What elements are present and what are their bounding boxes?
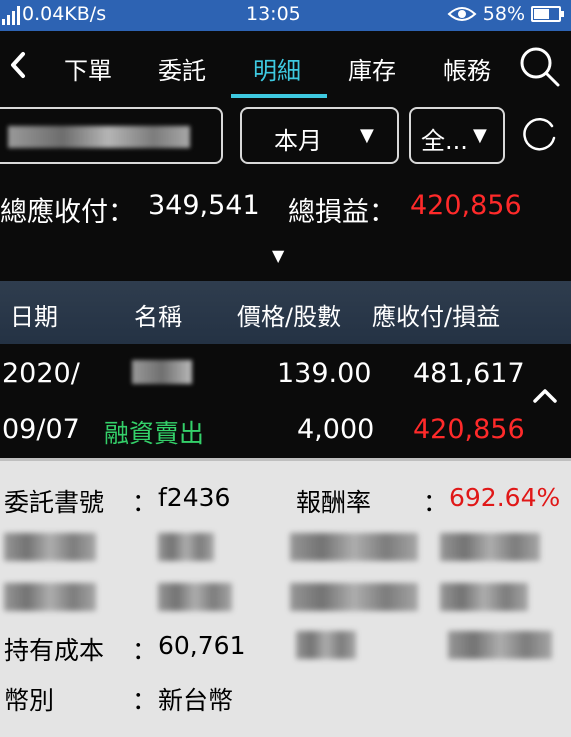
redacted-field xyxy=(290,583,418,611)
stock-name-redacted xyxy=(132,360,192,384)
order-no-sep: ： xyxy=(132,488,158,517)
tab-details[interactable]: 明細 xyxy=(253,51,301,86)
redacted-field xyxy=(4,583,96,611)
expand-toggle-icon[interactable]: ▼ xyxy=(272,246,284,265)
redacted-field xyxy=(290,533,418,561)
refresh-icon[interactable] xyxy=(518,114,560,156)
total-receivable-value: 349,541 xyxy=(148,190,260,221)
account-redacted xyxy=(8,126,190,148)
return-rate-value: 692.64% xyxy=(449,483,561,512)
table-row[interactable]: 2020/ 139.00 481,617 09/07 融資賣出 4,000 42… xyxy=(0,344,571,458)
dropdown-arrow-icon: ▼ xyxy=(473,125,487,146)
detail-panel: 委託書號 ： f2436 報酬率 ： 692.64% 持有成本 ： 60,761… xyxy=(0,458,571,737)
signal-icon xyxy=(2,5,20,25)
row-date-year: 2020/ xyxy=(2,358,80,389)
total-receivable-label: 總應收付： xyxy=(0,197,135,228)
back-arrow-icon[interactable] xyxy=(6,50,30,80)
clock: 13:05 xyxy=(246,3,301,25)
currency-value: 新台幣 xyxy=(158,686,234,715)
redacted-field xyxy=(4,533,96,561)
holding-cost-sep: ： xyxy=(132,636,158,665)
collapse-chevron-icon[interactable] xyxy=(532,386,558,404)
order-no-label: 委託書號 xyxy=(4,488,105,517)
total-pnl-value: 420,856 xyxy=(410,190,522,221)
tab-inventory[interactable]: 庫存 xyxy=(348,51,396,86)
col-name: 名稱 xyxy=(134,303,182,331)
category-value: 全... xyxy=(421,127,468,155)
tab-order[interactable]: 下單 xyxy=(64,51,112,86)
network-indicator: 0.04KB/s xyxy=(2,3,106,25)
status-bar: 0.04KB/s 13:05 58% xyxy=(0,0,571,31)
return-rate-sep: ： xyxy=(423,488,449,517)
period-dropdown[interactable]: 本月 ▼ xyxy=(240,107,399,164)
dropdown-arrow-icon: ▼ xyxy=(360,125,374,146)
currency-label: 幣別 xyxy=(4,686,55,715)
network-speed: 0.04KB/s xyxy=(22,3,107,25)
row-trade-type: 融資賣出 xyxy=(104,419,205,448)
row-shares: 4,000 xyxy=(297,414,375,445)
table-header: 日期 名稱 價格/股數 應收付/損益 xyxy=(0,281,571,344)
holding-cost-label: 持有成本 xyxy=(4,636,105,665)
col-date: 日期 xyxy=(10,303,58,331)
search-icon[interactable] xyxy=(518,45,560,87)
redacted-field xyxy=(296,631,356,659)
battery-percent: 58% xyxy=(482,3,525,25)
redacted-field xyxy=(440,583,528,611)
tab-entrust[interactable]: 委託 xyxy=(158,51,206,86)
col-receivable-pnl: 應收付/損益 xyxy=(372,303,501,331)
redacted-field xyxy=(448,631,552,659)
row-receivable: 481,617 xyxy=(413,358,525,389)
account-selector[interactable] xyxy=(0,107,223,164)
totals-summary: 總應收付： 349,541 總損益： 420,856 xyxy=(0,190,571,230)
currency-sep: ： xyxy=(132,686,158,715)
eye-icon xyxy=(447,7,477,21)
row-date-day: 09/07 xyxy=(2,414,80,445)
row-pnl: 420,856 xyxy=(413,414,525,445)
order-no-value: f2436 xyxy=(158,483,231,512)
active-tab-indicator xyxy=(231,94,327,98)
battery-icon xyxy=(531,6,564,22)
redacted-field xyxy=(158,533,214,561)
total-pnl-label: 總損益： xyxy=(288,197,396,228)
tab-bar: 下單 委託 明細 庫存 帳務 xyxy=(0,31,571,100)
period-value: 本月 xyxy=(274,127,322,155)
holding-cost-value: 60,761 xyxy=(158,631,246,660)
tab-accounts[interactable]: 帳務 xyxy=(443,51,491,86)
redacted-field xyxy=(158,583,232,611)
category-dropdown[interactable]: 全... ▼ xyxy=(409,107,505,164)
row-price: 139.00 xyxy=(277,358,372,389)
return-rate-label: 報酬率 xyxy=(296,488,372,517)
col-price-shares: 價格/股數 xyxy=(237,303,342,331)
redacted-field xyxy=(440,533,540,561)
